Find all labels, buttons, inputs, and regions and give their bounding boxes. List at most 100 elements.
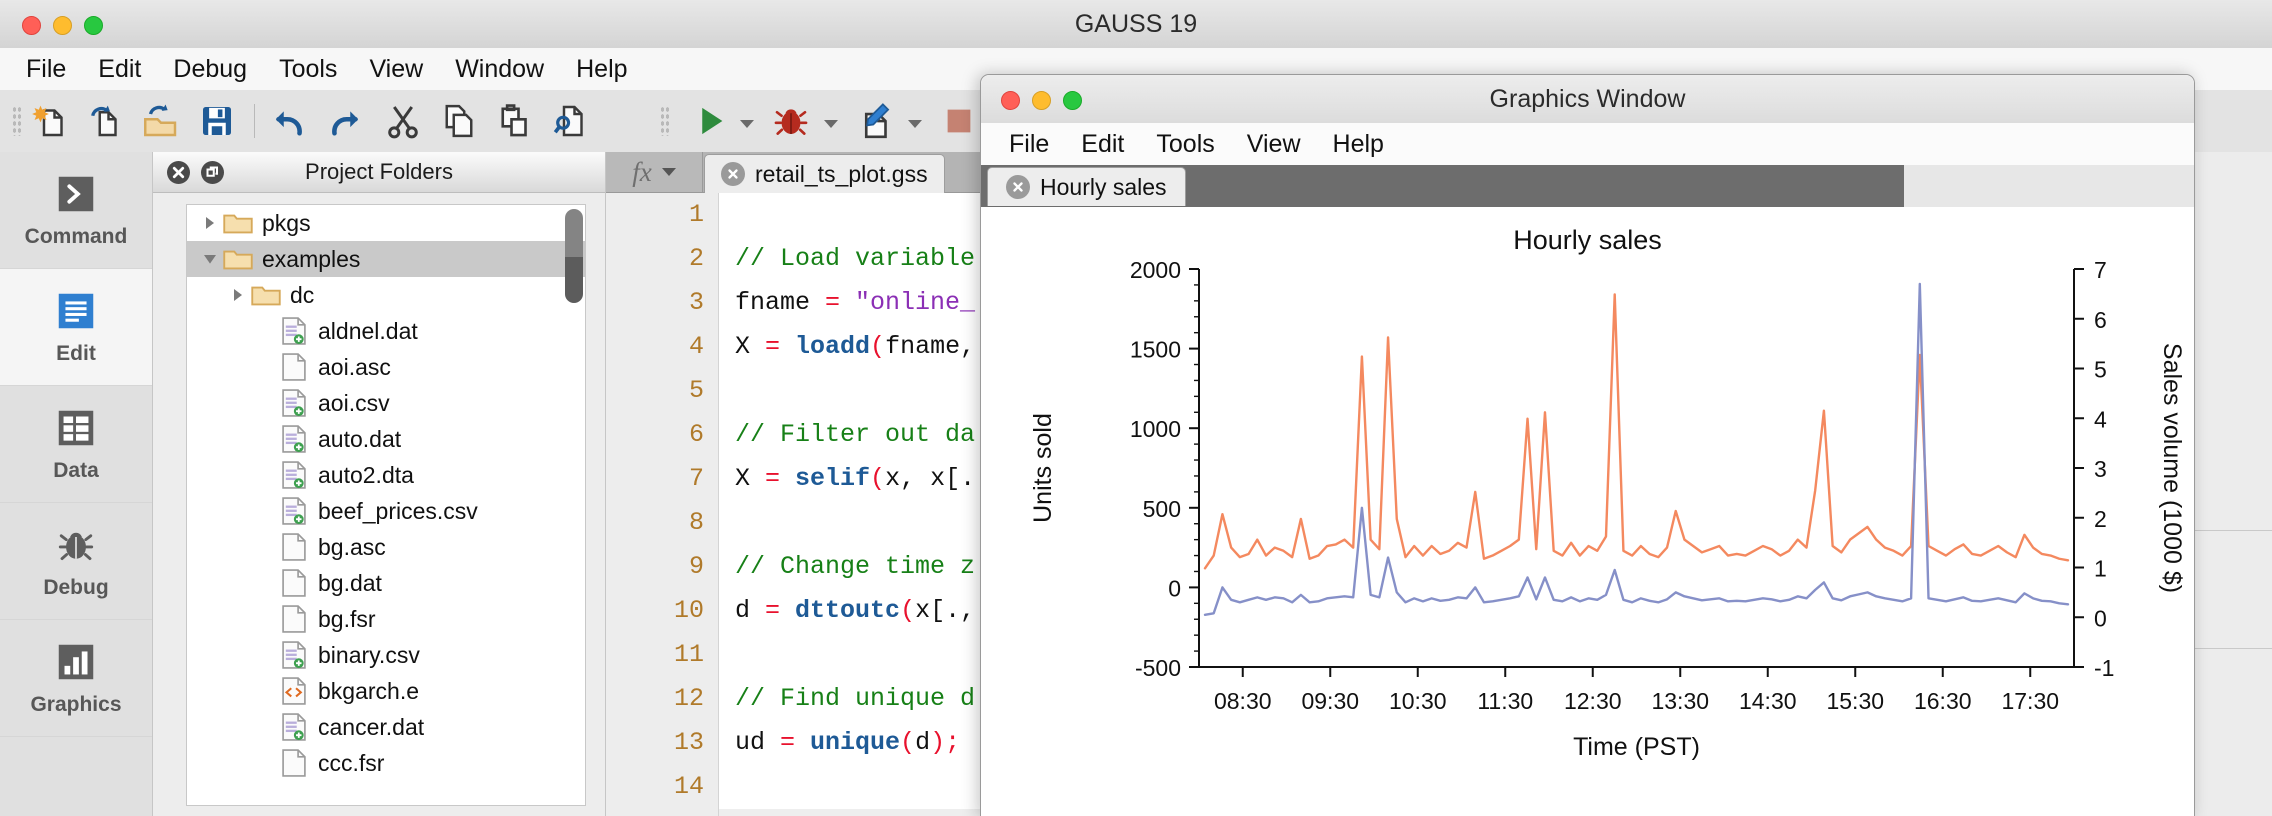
traffic-lights bbox=[22, 16, 103, 35]
close-window-button[interactable] bbox=[22, 16, 41, 35]
tree-row-beef-prices-csv[interactable]: beef_prices.csv bbox=[187, 493, 585, 529]
tree-scrollbar[interactable] bbox=[565, 207, 583, 803]
menu-help[interactable]: Help bbox=[560, 48, 643, 90]
expand-arrow-dc[interactable] bbox=[225, 287, 251, 303]
x-tick-label: 15:30 bbox=[1826, 688, 1884, 714]
tree-row-auto-dat[interactable]: auto.dat bbox=[187, 421, 585, 457]
copy-icon[interactable] bbox=[438, 100, 480, 142]
tree-row-ccc-fsr[interactable]: ccc.fsr bbox=[187, 745, 585, 781]
zoom-window-button[interactable] bbox=[84, 16, 103, 35]
debug-icon[interactable] bbox=[770, 100, 812, 142]
menu-edit[interactable]: Edit bbox=[82, 48, 157, 90]
collapse-arrow-examples[interactable] bbox=[197, 251, 223, 267]
tree-row-bg-dat[interactable]: bg.dat bbox=[187, 565, 585, 601]
undo-icon[interactable] bbox=[268, 100, 310, 142]
project-file-tree[interactable]: pkgs examples dc aldnel.dat aoi.asc aoi.… bbox=[186, 204, 586, 806]
line-number: 12 bbox=[673, 684, 704, 713]
tree-row-binary-csv[interactable]: binary.csv bbox=[187, 637, 585, 673]
reload-file-icon[interactable] bbox=[84, 100, 126, 142]
editor-tab-label: retail_ts_plot.gss bbox=[755, 160, 928, 187]
debug-options-chevron-down-icon[interactable] bbox=[824, 116, 838, 128]
menu-file[interactable]: File bbox=[10, 48, 82, 90]
tree-row-bkgarch-e[interactable]: bkgarch.e bbox=[187, 673, 585, 709]
gfx-menu-tools[interactable]: Tools bbox=[1140, 123, 1230, 165]
menu-window[interactable]: Window bbox=[439, 48, 560, 90]
editor-tab-retail-ts-plot[interactable]: retail_ts_plot.gss bbox=[704, 154, 945, 193]
line-number: 4 bbox=[688, 332, 704, 361]
edit-options-chevron-down-icon[interactable] bbox=[908, 116, 922, 128]
run-options-chevron-down-icon[interactable] bbox=[740, 116, 754, 128]
tree-scrollbar-thumb-lower[interactable] bbox=[565, 257, 583, 303]
graphics-close-button[interactable] bbox=[1001, 91, 1020, 110]
expand-arrow-pkgs[interactable] bbox=[197, 215, 223, 231]
graphics-minimize-button[interactable] bbox=[1032, 91, 1051, 110]
sidebar-item-edit[interactable]: Edit bbox=[0, 269, 152, 386]
y-tick-label-right: 0 bbox=[2094, 605, 2107, 631]
gfx-menu-help[interactable]: Help bbox=[1317, 123, 1400, 165]
tree-row-aoi-csv[interactable]: aoi.csv bbox=[187, 385, 585, 421]
paste-icon[interactable] bbox=[494, 100, 536, 142]
data-file-icon bbox=[279, 316, 309, 346]
minimize-window-button[interactable] bbox=[53, 16, 72, 35]
tree-row-bg-fsr[interactable]: bg.fsr bbox=[187, 601, 585, 637]
chart-series-2 bbox=[1203, 282, 2070, 616]
graphics-zoom-button[interactable] bbox=[1063, 91, 1082, 110]
toolbar-grip-2[interactable] bbox=[660, 106, 670, 136]
menu-tools[interactable]: Tools bbox=[263, 48, 353, 90]
stop-icon[interactable] bbox=[938, 100, 980, 142]
sidebar-item-debug[interactable]: Debug bbox=[0, 503, 152, 620]
menu-debug[interactable]: Debug bbox=[157, 48, 263, 90]
tree-row-auto2-dta[interactable]: auto2.dta bbox=[187, 457, 585, 493]
line-number: 5 bbox=[688, 376, 704, 405]
tree-row-pkgs[interactable]: pkgs bbox=[187, 205, 585, 241]
close-graphics-tab-icon[interactable] bbox=[1006, 175, 1030, 199]
gfx-menu-edit[interactable]: Edit bbox=[1065, 123, 1140, 165]
code-token: // Change time z bbox=[735, 552, 976, 581]
sidebar-item-command[interactable]: Command bbox=[0, 152, 152, 269]
edit-file-icon[interactable] bbox=[854, 100, 896, 142]
gfx-menu-view[interactable]: View bbox=[1231, 123, 1317, 165]
toolbar-grip[interactable] bbox=[12, 106, 22, 136]
main-titlebar: GAUSS 19 bbox=[0, 0, 2272, 49]
float-panel-button[interactable] bbox=[201, 161, 224, 184]
y-tick-label-right: 3 bbox=[2094, 456, 2107, 482]
function-navigator[interactable]: fx bbox=[606, 152, 703, 192]
new-file-icon[interactable] bbox=[30, 100, 72, 142]
cut-icon[interactable] bbox=[382, 100, 424, 142]
close-panel-button[interactable] bbox=[167, 161, 190, 184]
code-token: x[. bbox=[930, 464, 976, 493]
sidebar-label-data: Data bbox=[53, 459, 99, 482]
x-tick-label: 16:30 bbox=[1914, 688, 1972, 714]
graphics-tab-hourly-sales[interactable]: Hourly sales bbox=[987, 167, 1186, 206]
chart-series-1 bbox=[1203, 293, 2070, 570]
fx-label: fx bbox=[632, 156, 652, 187]
sidebar-item-data[interactable]: Data bbox=[0, 386, 152, 503]
sidebar-item-graphics[interactable]: Graphics bbox=[0, 620, 152, 737]
tree-row-aoi-asc[interactable]: aoi.asc bbox=[187, 349, 585, 385]
data-file-icon bbox=[279, 640, 309, 670]
redo-icon[interactable] bbox=[324, 100, 366, 142]
code-token: selif bbox=[795, 464, 871, 493]
tree-row-bg-asc[interactable]: bg.asc bbox=[187, 529, 585, 565]
menu-view[interactable]: View bbox=[353, 48, 439, 90]
tree-row-dc[interactable]: dc bbox=[187, 277, 585, 313]
code-token: = bbox=[765, 596, 796, 625]
tree-label: auto2.dta bbox=[318, 461, 414, 488]
editor-line-number-gutter: 1 2 3 4 5 6 7 8 9 10 11 12 13 14 15 16 1… bbox=[606, 193, 719, 816]
tree-row-aldnel-dat[interactable]: aldnel.dat bbox=[187, 313, 585, 349]
line-number: 10 bbox=[673, 596, 704, 625]
code-token: d bbox=[735, 596, 766, 625]
sidebar-label-command: Command bbox=[24, 225, 128, 248]
y-tick-label-left: 500 bbox=[1143, 496, 1181, 522]
y-tick-label-left: 0 bbox=[1168, 575, 1181, 601]
gfx-menu-file[interactable]: File bbox=[993, 123, 1065, 165]
tree-row-cancer-dat[interactable]: cancer.dat bbox=[187, 709, 585, 745]
close-tab-icon[interactable] bbox=[721, 162, 745, 186]
find-in-file-icon[interactable] bbox=[550, 100, 592, 142]
save-icon[interactable] bbox=[196, 100, 238, 142]
open-folder-icon[interactable] bbox=[140, 100, 182, 142]
left-rail: Command Edit Data Debug Graphics bbox=[0, 152, 153, 816]
data-table-icon bbox=[53, 405, 99, 451]
run-icon[interactable] bbox=[690, 100, 732, 142]
tree-row-examples[interactable]: examples bbox=[187, 241, 585, 277]
